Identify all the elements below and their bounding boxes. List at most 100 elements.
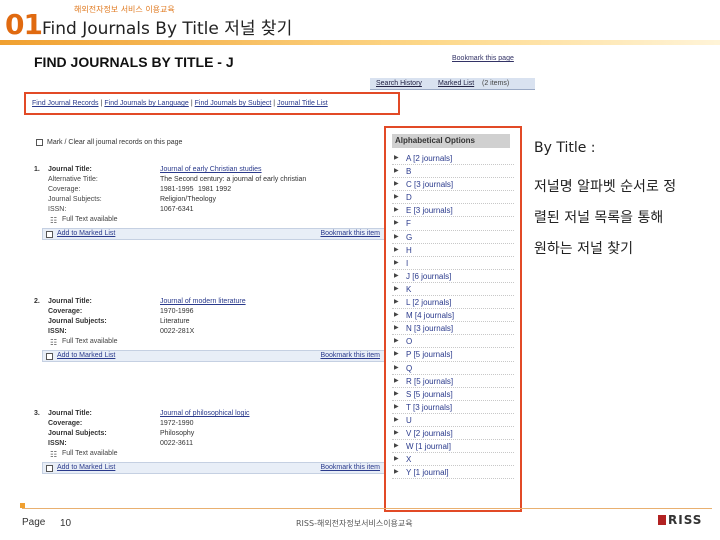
description-line: 저널명 알파벳 순서로 정: [534, 179, 677, 195]
journal-title-link[interactable]: Journal of modern literature: [160, 298, 246, 305]
alpha-journal-count: [5 journals]: [414, 376, 454, 386]
alpha-item-h[interactable]: ▶ H: [392, 244, 514, 257]
alpha-letter: G: [406, 232, 413, 242]
alpha-item-r[interactable]: ▶ R [5 journals]: [392, 375, 514, 388]
record-action-bar: Add to Marked List Bookmark this item: [42, 350, 385, 362]
record-field-label: Journal Subjects:: [48, 430, 107, 437]
alpha-item-i[interactable]: ▶ I: [392, 257, 514, 270]
mark-all-row: Mark / Clear all journal records on this…: [36, 139, 182, 146]
alpha-item-c[interactable]: ▶ C [3 journals]: [392, 178, 514, 192]
alpha-item-a[interactable]: ▶ A [2 journals]: [392, 152, 514, 166]
triangle-right-icon: ▶: [394, 443, 399, 450]
nav-links: Find Journal Records | Find Journals by La…: [32, 100, 328, 107]
alpha-item-o[interactable]: ▶ O: [392, 335, 514, 349]
alpha-journal-count: [1 journal]: [413, 468, 449, 478]
record-field-label: Journal Subjects:: [48, 318, 107, 325]
add-to-marked-link[interactable]: Add to Marked List: [57, 352, 115, 359]
triangle-right-icon: ▶: [394, 429, 399, 436]
alpha-item-x[interactable]: ▶ X: [392, 453, 514, 467]
record-line: ISSN: 0022-3611: [48, 440, 383, 450]
alpha-journal-count: [2 journals]: [413, 428, 453, 438]
record-field-value: 1981-1995: [160, 186, 194, 193]
alpha-item-j[interactable]: ▶ J [6 journals]: [392, 270, 514, 283]
add-to-marked-link[interactable]: Add to Marked List: [57, 464, 115, 471]
nav-find-by-language[interactable]: Find Journals by Language: [104, 100, 188, 107]
bookmark-item-link[interactable]: Bookmark this item: [320, 230, 380, 237]
record-field-value: Philosophy: [160, 430, 195, 437]
nav-separator: |: [190, 100, 193, 107]
triangle-right-icon: ▶: [394, 364, 399, 371]
journal-record: 3. Journal Title: Journal of philosophic…: [34, 410, 385, 474]
add-to-marked-checkbox[interactable]: [46, 231, 53, 238]
alpha-item-w[interactable]: ▶ W [1 journal]: [392, 440, 514, 454]
record-line: Coverage: 1972-1990: [48, 420, 383, 430]
alpha-letter: M: [406, 311, 413, 321]
alpha-item-q[interactable]: ▶ Q: [392, 362, 514, 375]
alpha-letter: F: [406, 219, 411, 229]
triangle-right-icon: ▶: [394, 351, 399, 358]
alpha-item-m[interactable]: ▶ M [4 journals]: [392, 309, 514, 323]
bookmark-page-link[interactable]: Bookmark this page: [452, 55, 514, 62]
alpha-item-l[interactable]: ▶ L [2 journals]: [392, 296, 514, 310]
journal-record: 1. Journal Title: Journal of early Chris…: [34, 166, 385, 240]
alpha-journal-count: [2 journals]: [412, 298, 452, 308]
triangle-right-icon: ▶: [394, 469, 399, 476]
alpha-item-n[interactable]: ▶ N [3 journals]: [392, 322, 514, 336]
alpha-item-p[interactable]: ▶ P [5 journals]: [392, 348, 514, 362]
alpha-item-v[interactable]: ▶ V [2 journals]: [392, 427, 514, 441]
record-field-value: 1970-1996: [160, 308, 194, 315]
alpha-item-g[interactable]: ▶ G: [392, 231, 514, 244]
record-field-label: Coverage:: [48, 420, 83, 427]
nav-journal-title-list[interactable]: Journal Title List: [277, 100, 328, 107]
alpha-letter: B: [406, 167, 412, 177]
alpha-item-k[interactable]: ▶ K: [392, 283, 514, 297]
full-text-indicator[interactable]: ☷ Full Text available: [48, 450, 383, 460]
alpha-letter: P: [406, 350, 412, 360]
bookmark-item-link[interactable]: Bookmark this item: [320, 464, 380, 471]
record-action-bar: Add to Marked List Bookmark this item: [42, 462, 385, 474]
record-field-value: Religion/Theology: [160, 196, 217, 203]
add-to-marked-link[interactable]: Add to Marked List: [57, 230, 115, 237]
triangle-right-icon: ▶: [394, 220, 399, 227]
record-field-value: 1972-1990: [160, 420, 194, 427]
alpha-journal-count: [5 journals]: [413, 350, 453, 360]
alpha-item-s[interactable]: ▶ S [5 journals]: [392, 388, 514, 401]
add-to-marked-checkbox[interactable]: [46, 353, 53, 360]
marked-items-count: (2 items): [482, 80, 510, 87]
alpha-item-f[interactable]: ▶ F: [392, 217, 514, 231]
description-title: By Title :: [534, 140, 596, 156]
alpha-item-t[interactable]: ▶ T [3 journals]: [392, 401, 514, 414]
bookmark-item-link[interactable]: Bookmark this item: [320, 352, 380, 359]
journal-record: 2. Journal Title: Journal of modern lite…: [34, 298, 385, 362]
journal-title-link[interactable]: Journal of philosophical logic: [160, 410, 250, 417]
marked-list-link[interactable]: Marked List: [438, 80, 474, 87]
alpha-item-u[interactable]: ▶ U: [392, 414, 514, 427]
alpha-journal-count: [3 journals]: [412, 402, 453, 412]
alpha-journal-count: [5 journals]: [413, 389, 453, 399]
record-field-value: The Second century: a journal of early c…: [160, 176, 307, 183]
alpha-item-d[interactable]: ▶ D: [392, 191, 514, 205]
search-history-link[interactable]: Search History: [376, 80, 422, 87]
document-icon: ☷: [50, 450, 58, 459]
full-text-indicator[interactable]: ☷ Full Text available: [48, 338, 383, 348]
full-text-indicator[interactable]: ☷ Full Text available: [48, 216, 383, 226]
add-to-marked-checkbox[interactable]: [46, 465, 53, 472]
alpha-item-e[interactable]: ▶ E [3 journals]: [392, 204, 514, 218]
page-title: FIND JOURNALS BY TITLE - J: [34, 54, 234, 70]
alphabet-list: ▶ A [2 journals] ▶ B ▶ C [3 journals] ▶ D ▶ E [3 …: [392, 152, 514, 480]
journal-title-link[interactable]: Journal of early Christian studies: [160, 166, 262, 173]
record-field-value: 1067-6341: [160, 206, 194, 213]
record-line: Coverage: 1970-1996: [48, 308, 383, 318]
alpha-item-b[interactable]: ▶ B: [392, 165, 514, 179]
triangle-right-icon: ▶: [394, 194, 399, 201]
footer-course-title: RISS-해외전자정보서비스이용교육: [296, 519, 413, 528]
title-underline-bar: [0, 40, 720, 45]
record-index: 2.: [34, 298, 40, 305]
alpha-item-y[interactable]: ▶ Y [1 journal]: [392, 466, 514, 480]
alpha-letter: A: [406, 154, 411, 163]
triangle-right-icon: ▶: [394, 246, 399, 253]
triangle-right-icon: ▶: [394, 403, 399, 410]
nav-find-by-subject[interactable]: Find Journals by Subject: [195, 100, 272, 107]
mark-all-checkbox[interactable]: [36, 139, 43, 146]
nav-find-journal-records[interactable]: Find Journal Records: [32, 100, 99, 107]
